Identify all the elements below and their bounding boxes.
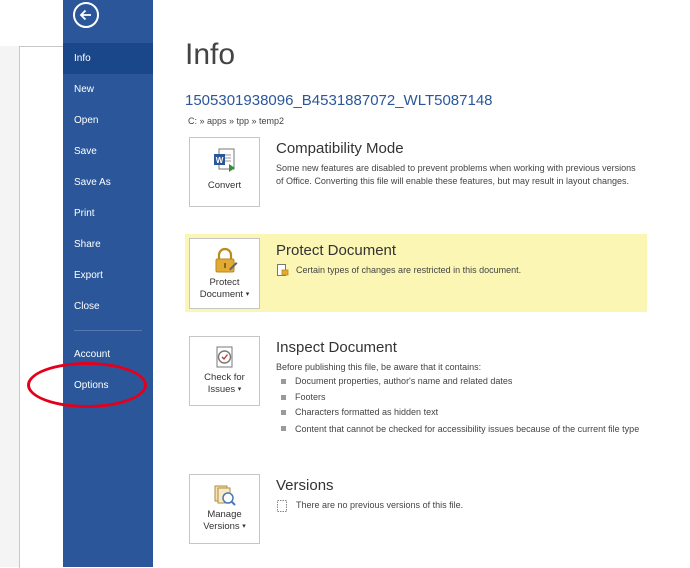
word-convert-icon: W <box>213 148 235 172</box>
inspect-bullet: Document properties, author's name and r… <box>281 374 641 390</box>
lock-protect-icon <box>215 247 237 273</box>
backstage-sidebar: Info New Open Save Save As Print Share E… <box>63 0 153 567</box>
compatibility-text: Some new features are disabled to preven… <box>276 163 636 186</box>
nav-item-share[interactable]: Share <box>63 229 153 260</box>
nav-item-export[interactable]: Export <box>63 260 153 291</box>
versions-text: There are no previous versions of this f… <box>296 500 464 510</box>
inspect-title: Inspect Document <box>276 339 397 356</box>
inspect-bullet: Content that cannot be checked for acces… <box>281 421 641 436</box>
convert-label: Convert <box>207 180 242 191</box>
document-backdrop <box>0 46 19 567</box>
issues-label-line1: Check for <box>204 372 245 383</box>
issues-label-line2: Issues ▾ <box>190 384 259 396</box>
convert-button[interactable]: W Convert <box>189 137 260 207</box>
nav-item-new[interactable]: New <box>63 74 153 105</box>
versions-title: Versions <box>276 477 334 494</box>
protect-label-line1: Protect <box>209 277 240 288</box>
inspect-document-icon <box>216 346 232 368</box>
back-button[interactable] <box>73 2 99 28</box>
nav-item-open[interactable]: Open <box>63 105 153 136</box>
dropdown-caret-icon: ▾ <box>245 291 250 298</box>
file-path: C: » apps » tpp » temp2 <box>188 116 285 126</box>
versions-small-icon <box>277 499 288 517</box>
nav-item-close[interactable]: Close <box>63 291 153 322</box>
manage-versions-icon <box>214 485 236 506</box>
protect-label-text: Document <box>199 289 244 300</box>
compatibility-title: Compatibility Mode <box>276 140 404 157</box>
dropdown-caret-icon: ▾ <box>237 386 242 393</box>
protect-text: Certain types of changes are restricted … <box>296 265 522 275</box>
manage-versions-button[interactable]: Manage Versions ▾ <box>189 474 260 544</box>
dropdown-caret-icon: ▾ <box>242 523 246 530</box>
back-arrow-icon <box>79 9 91 21</box>
page-title: Info <box>185 38 236 71</box>
inspect-bullet-list: Document properties, author's name and r… <box>281 374 641 435</box>
nav-item-print[interactable]: Print <box>63 198 153 229</box>
file-name: 1505301938096_B4531887072_WLT5087148 <box>185 92 493 109</box>
inspect-bullet: Characters formatted as hidden text <box>281 405 641 421</box>
nav-item-save-as[interactable]: Save As <box>63 167 153 198</box>
nav-divider <box>74 330 142 331</box>
protect-title: Protect Document <box>276 242 397 259</box>
document-edge <box>19 46 64 568</box>
versions-label-line1: Manage <box>207 509 242 520</box>
protect-document-button[interactable]: Protect Document ▾ <box>189 238 260 309</box>
protect-label-line2: Document ▾ <box>190 289 259 301</box>
nav-item-info[interactable]: Info <box>63 43 153 74</box>
nav-item-save[interactable]: Save <box>63 136 153 167</box>
annotation-ellipse <box>27 362 147 408</box>
check-for-issues-button[interactable]: Check for Issues ▾ <box>189 336 260 406</box>
versions-label-text: Versions <box>203 521 240 532</box>
versions-label-line2: Versions ▾ <box>190 521 259 533</box>
svg-text:W: W <box>215 156 223 165</box>
issues-label-text: Issues <box>207 384 236 395</box>
inspect-intro: Before publishing this file, be aware th… <box>276 362 482 372</box>
document-lock-small-icon <box>277 264 289 282</box>
inspect-bullet: Footers <box>281 390 641 406</box>
